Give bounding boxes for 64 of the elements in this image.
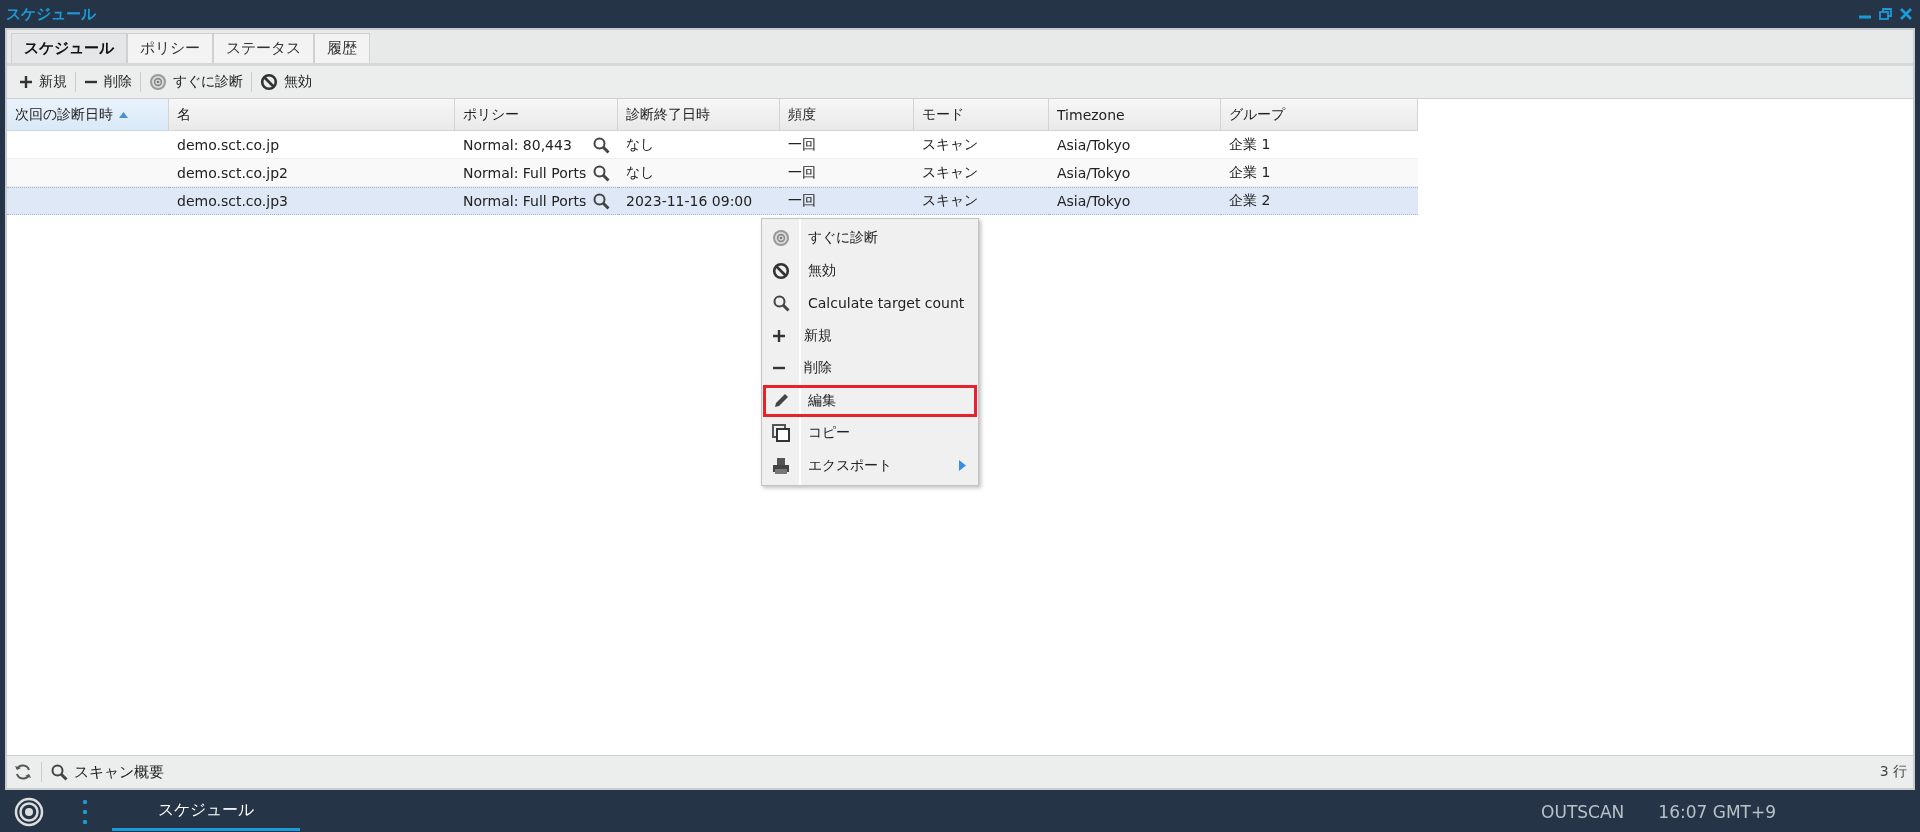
window-title: スケジュール	[6, 4, 96, 24]
printer-icon	[772, 456, 790, 475]
column-header[interactable]: ポリシー	[455, 99, 618, 131]
scan-summary-link[interactable]: スキャン概要	[50, 762, 164, 782]
table-cell: 2023-11-16 09:00	[618, 187, 780, 215]
table-cell: Asia/Tokyo	[1049, 187, 1221, 215]
search-icon[interactable]	[592, 135, 610, 154]
menu-item[interactable]: Calculate target count	[763, 287, 977, 320]
plus-icon	[19, 75, 33, 89]
table-cell: 企業 2	[1221, 187, 1418, 215]
column-header[interactable]: Timezone	[1049, 99, 1221, 131]
search-icon	[50, 763, 68, 781]
table-cell: 一回	[780, 159, 914, 187]
refresh-icon[interactable]	[13, 762, 33, 782]
table-cell: スキャン	[914, 187, 1049, 215]
new-button[interactable]: 新規	[11, 69, 75, 95]
delete-button[interactable]: 削除	[76, 69, 140, 95]
menu-item[interactable]: 新規	[763, 319, 977, 352]
target-icon	[772, 229, 790, 248]
prohibited-icon	[772, 261, 790, 280]
scan-now-button[interactable]: すぐに診断	[141, 69, 251, 95]
table-cell: スキャン	[914, 159, 1049, 187]
copy-icon	[772, 424, 790, 443]
close-icon[interactable]	[1900, 8, 1912, 20]
table-cell: 企業 1	[1221, 159, 1418, 187]
table-cell: Normal: 80,443	[463, 136, 572, 153]
pencil-icon	[772, 391, 790, 410]
row-count: 3 行	[1879, 763, 1907, 781]
tab[interactable]: スケジュール	[11, 33, 127, 63]
search-icon[interactable]	[592, 163, 610, 182]
column-header[interactable]: 次回の診断日時	[7, 99, 169, 131]
column-header[interactable]: 診断終了日時	[618, 99, 780, 131]
menu-item[interactable]: エクスポート	[763, 449, 977, 482]
restore-icon[interactable]	[1879, 8, 1892, 20]
table-cell: なし	[618, 159, 780, 187]
table-cell: Normal: Full Ports	[463, 164, 587, 181]
column-header[interactable]: グループ	[1221, 99, 1418, 131]
tab[interactable]: ポリシー	[127, 33, 213, 63]
clock: 16:07 GMT+9	[1658, 802, 1776, 822]
product-name: OUTSCAN	[1541, 802, 1625, 822]
taskbar-item[interactable]: スケジュール	[112, 793, 300, 831]
target-icon	[149, 73, 167, 91]
menu-item[interactable]: コピー	[763, 417, 977, 450]
tab[interactable]: 履歴	[314, 33, 370, 63]
tab[interactable]: ステータス	[213, 33, 314, 63]
table-cell: Asia/Tokyo	[1049, 159, 1221, 187]
search-icon[interactable]	[592, 192, 610, 210]
table-cell: 一回	[780, 187, 914, 215]
search-icon	[772, 294, 790, 313]
table-cell: demo.sct.co.jp2	[169, 159, 455, 187]
column-header[interactable]: モード	[914, 99, 1049, 131]
disable-button[interactable]: 無効	[252, 69, 320, 95]
target-icon[interactable]	[14, 797, 44, 827]
prohibited-icon	[260, 73, 278, 91]
menu-item[interactable]: 無効	[763, 254, 977, 287]
menu-item[interactable]: すぐに診断	[763, 222, 977, 255]
vertical-dots-icon[interactable]	[82, 799, 88, 825]
column-header[interactable]: 頻度	[780, 99, 914, 131]
column-header[interactable]: 名	[169, 99, 455, 131]
menu-item[interactable]: 編集	[763, 384, 977, 417]
menu-item[interactable]: 削除	[763, 352, 977, 385]
table-cell: demo.sct.co.jp3	[169, 187, 455, 215]
plus-icon	[772, 328, 786, 343]
table-cell: Normal: Full Ports	[463, 193, 587, 209]
